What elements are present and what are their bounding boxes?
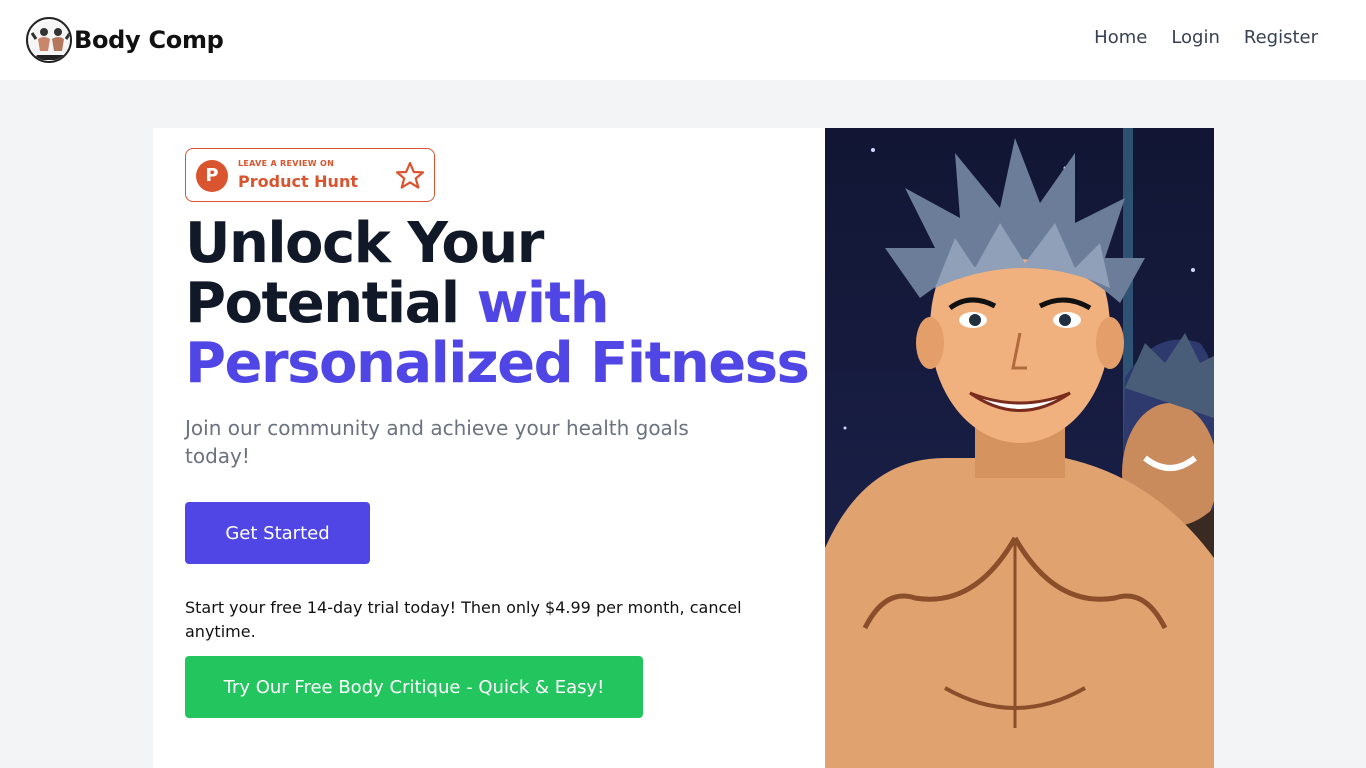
hero-headline: Unlock Your Potential with Personalized … [185,214,825,394]
get-started-button[interactable]: Get Started [185,502,370,564]
headline-potential: Potential [185,271,460,336]
headline-line-1: Unlock Your [185,211,544,276]
badge-small-text: LEAVE A REVIEW ON [238,159,335,168]
main-nav: Home Login Register [1094,27,1318,48]
badge-title: Product Hunt [238,172,358,191]
hero-subtitle: Join our community and achieve your heal… [185,416,689,468]
anime-fitness-illustration [825,128,1214,768]
nav-login-link[interactable]: Login [1171,27,1220,48]
star-outline-icon [395,161,425,189]
hero-section: P LEAVE A REVIEW ON Product Hunt Unlock … [153,128,825,768]
headline-accent-with: with [476,271,610,336]
hero-illustration [825,128,1214,768]
bodybuilders-logo-icon [26,17,72,63]
headline-line-3: Personalized Fitness [185,331,810,396]
product-hunt-logo-icon: P [196,160,228,192]
nav-home-link[interactable]: Home [1094,27,1147,48]
brand-logo-link[interactable]: Body Comp [26,17,224,63]
free-body-critique-button[interactable]: Try Our Free Body Critique - Quick & Eas… [185,656,643,718]
product-hunt-review-badge[interactable]: P LEAVE A REVIEW ON Product Hunt [185,148,435,202]
trial-info-text: Start your free 14-day trial today! Then… [185,598,742,641]
nav-register-link[interactable]: Register [1244,27,1318,48]
brand-name: Body Comp [74,26,224,54]
top-navigation-bar: Body Comp Home Login Register [0,0,1366,80]
headline-line-2: Potential with [185,274,825,334]
